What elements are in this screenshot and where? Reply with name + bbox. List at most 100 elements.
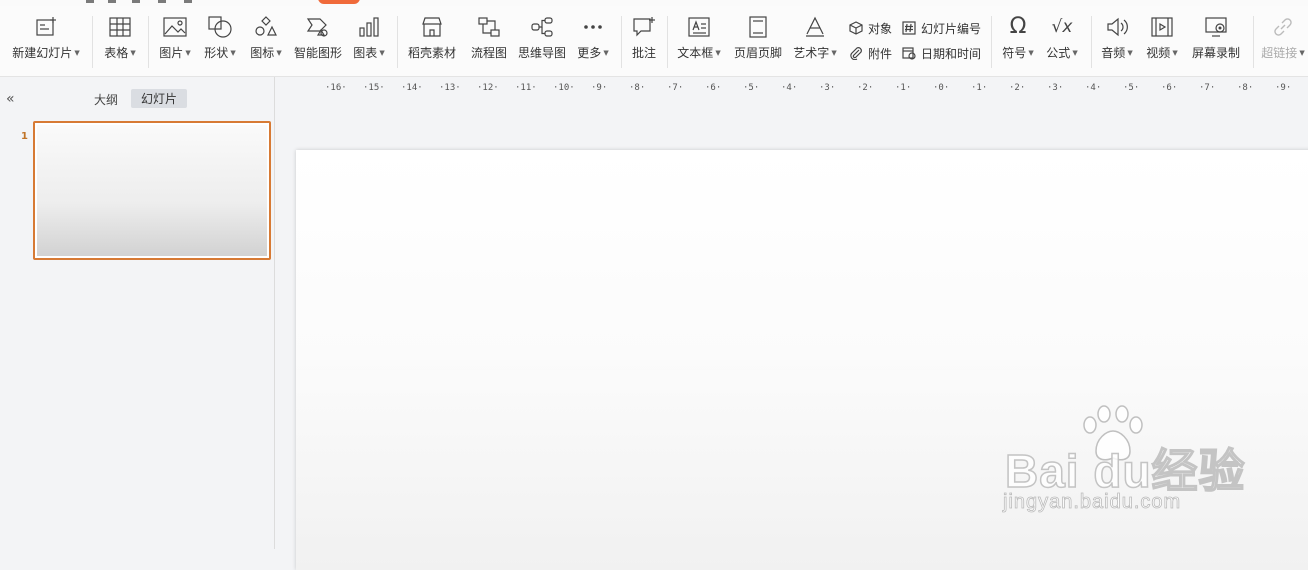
ruler-tick-label: ·8· <box>1237 83 1254 93</box>
separator <box>1253 16 1254 68</box>
mind-map-button[interactable]: 思维导图 <box>516 12 568 70</box>
docer-material-label: 稻壳素材 <box>407 46 456 60</box>
hyperlink-label: 超链接 <box>1261 46 1298 60</box>
slide-canvas[interactable] <box>296 150 1308 570</box>
slide-thumbnail[interactable] <box>33 121 271 260</box>
comment-label: 批注 <box>631 46 656 60</box>
shape-label: 形状 <box>204 46 229 60</box>
separator <box>621 16 622 68</box>
ruler-tick-label: ·15· <box>363 83 385 93</box>
tab-outline[interactable]: 大纲 <box>86 90 126 109</box>
comment-icon <box>631 14 657 40</box>
separator <box>991 16 992 68</box>
ruler-tick-label: ·9· <box>1275 83 1292 93</box>
ruler-tick-label: ·16· <box>325 83 347 93</box>
ruler-tick-label: ·5· <box>1123 83 1140 93</box>
smart-graphic-button[interactable]: 智能图形 <box>292 12 344 70</box>
docer-material-button[interactable]: 稻壳素材 <box>404 12 460 70</box>
date-time-button[interactable]: 日期和时间 <box>901 43 981 63</box>
screen-record-button[interactable]: 屏幕录制 <box>1188 12 1244 70</box>
text-box-button[interactable]: 文本框 ▼ <box>674 12 724 70</box>
calendar-clock-icon <box>901 45 917 61</box>
icon-label: 图标 <box>250 46 275 60</box>
ruler-tick-label: ·13· <box>439 83 461 93</box>
attachment-button[interactable]: 附件 <box>848 43 892 63</box>
new-slide-icon <box>33 14 59 40</box>
word-art-icon <box>802 14 828 40</box>
symbol-button[interactable]: Ω 符号 ▼ <box>998 12 1038 70</box>
strip-mark <box>158 0 166 3</box>
comment-button[interactable]: 批注 <box>628 12 660 70</box>
ruler-tick-label: ·0· <box>933 83 950 93</box>
chart-label: 图表 <box>353 46 378 60</box>
active-menu-tab[interactable] <box>318 0 360 4</box>
ruler-tick-label: ·6· <box>705 83 722 93</box>
dropdown-caret-icon: ▼ <box>1127 48 1133 57</box>
attachment-label: 附件 <box>868 46 893 61</box>
icons-gallery-icon <box>253 14 279 40</box>
header-footer-icon <box>745 14 771 40</box>
strip-mark <box>184 0 192 3</box>
video-button[interactable]: 视频 ▼ <box>1142 12 1182 70</box>
strip-mark <box>108 0 116 3</box>
audio-button[interactable]: 音频 ▼ <box>1097 12 1137 70</box>
hash-box-icon <box>901 20 917 36</box>
omega-icon: Ω <box>1009 14 1027 39</box>
ruler-tick-label: ·14· <box>401 83 423 93</box>
shape-icon <box>207 14 233 40</box>
collapse-panel-icon[interactable]: « <box>6 91 15 107</box>
formula-button[interactable]: √x 公式 ▼ <box>1042 12 1082 70</box>
separator <box>1091 16 1092 68</box>
ruler-tick-label: ·3· <box>1047 83 1064 93</box>
new-slide-button[interactable]: 新建幻灯片 ▼ <box>8 12 84 70</box>
flowchart-icon <box>476 14 502 40</box>
more-label: 更多 <box>577 46 602 60</box>
word-art-button[interactable]: 艺术字 ▼ <box>791 12 839 70</box>
ruler-tick-label: ·1· <box>971 83 988 93</box>
horizontal-ruler: ·16· ·15· ·14· ·13· ·12· ·11· ·10· ·9· ·8· ·7· ·6·… <box>297 77 1308 99</box>
object-button[interactable]: 对象 <box>848 18 892 38</box>
ruler-tick-label: ·4· <box>781 83 798 93</box>
ruler-tick-label: ·8· <box>629 83 646 93</box>
dropdown-caret-icon: ▼ <box>715 48 721 57</box>
chart-button[interactable]: 图表 ▼ <box>350 12 388 70</box>
dropdown-caret-icon: ▼ <box>831 48 837 57</box>
separator <box>148 16 149 68</box>
slide-number-button[interactable]: 幻灯片编号 <box>901 18 981 38</box>
more-dots-icon <box>580 14 606 40</box>
slide-number-label: 幻灯片编号 <box>921 21 982 36</box>
shop-icon <box>419 14 445 40</box>
ruler-tick-label: ·6· <box>1161 83 1178 93</box>
slide-panel: « 大纲 幻灯片 1 <box>0 77 275 549</box>
text-box-icon <box>686 14 712 40</box>
ruler-tick-label: ·7· <box>1199 83 1216 93</box>
mind-map-label: 思维导图 <box>517 46 566 60</box>
video-label: 视频 <box>1146 46 1171 60</box>
tab-slides[interactable]: 幻灯片 <box>131 89 187 108</box>
icon-button[interactable]: 图标 ▼ <box>246 12 286 70</box>
separator <box>397 16 398 68</box>
table-label: 表格 <box>104 46 129 60</box>
more-button[interactable]: 更多 ▼ <box>574 12 612 70</box>
shape-button[interactable]: 形状 ▼ <box>200 12 240 70</box>
dropdown-caret-icon: ▼ <box>1299 48 1305 57</box>
dropdown-caret-icon: ▼ <box>1028 48 1034 57</box>
separator <box>667 16 668 68</box>
picture-icon <box>162 14 188 40</box>
new-slide-label: 新建幻灯片 <box>12 46 73 60</box>
smart-graphic-icon <box>305 14 331 40</box>
picture-button[interactable]: 图片 ▼ <box>155 12 195 70</box>
sqrt-x-icon: √x <box>1051 17 1073 37</box>
ruler-tick-label: ·1· <box>895 83 912 93</box>
object-icon <box>848 20 864 36</box>
ruler-tick-label: ·7· <box>667 83 684 93</box>
header-footer-button[interactable]: 页眉页脚 <box>731 12 785 70</box>
dropdown-caret-icon: ▼ <box>74 48 80 57</box>
date-time-label: 日期和时间 <box>921 46 982 61</box>
hyperlink-button[interactable]: 超链接 ▼ <box>1258 12 1308 70</box>
flowchart-button[interactable]: 流程图 <box>467 12 511 70</box>
table-button[interactable]: 表格 ▼ <box>100 12 140 70</box>
dropdown-caret-icon: ▼ <box>379 48 385 57</box>
picture-label: 图片 <box>159 46 184 60</box>
strip-mark <box>132 0 140 3</box>
